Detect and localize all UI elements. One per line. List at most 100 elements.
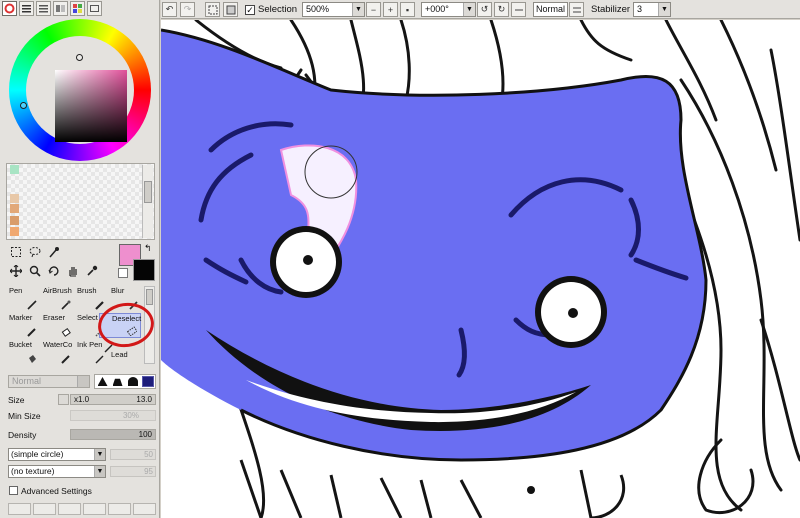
tool-label: Brush	[77, 286, 97, 295]
size-multiplier-button[interactable]	[58, 394, 69, 405]
swatch-scroll-thumb[interactable]	[144, 181, 152, 203]
size-slider[interactable]: x1.0 13.0	[70, 394, 156, 405]
hsv-sliders-tab-icon[interactable]	[36, 1, 51, 16]
zoom-reset-icon[interactable]: ▪	[400, 2, 415, 17]
zoom-icon[interactable]	[28, 264, 42, 278]
tool-pen[interactable]: Pen	[8, 286, 40, 311]
ink-pen-icon	[95, 355, 104, 364]
scratchpad-tab-icon[interactable]	[87, 1, 102, 16]
tool-eraser[interactable]: Eraser	[42, 313, 74, 338]
sv-marker-icon[interactable]	[76, 54, 83, 61]
preset-slot[interactable]	[108, 503, 131, 515]
brush-shape-flat-icon[interactable]	[141, 376, 154, 387]
background-color[interactable]	[133, 259, 155, 281]
magic-wand-icon[interactable]	[47, 245, 61, 259]
zoom-select[interactable]: 500% ▼	[302, 2, 365, 17]
lasso-icon[interactable]	[28, 245, 42, 259]
transparent-color-icon[interactable]	[118, 268, 128, 278]
selection-label: Selection	[258, 4, 298, 15]
tool-scroll-thumb[interactable]	[146, 289, 153, 305]
swatch-mint[interactable]	[10, 165, 19, 174]
brush-shape-medium-icon[interactable]	[112, 378, 123, 386]
selection-checkbox[interactable]: ✓	[245, 5, 255, 15]
rotate-icon[interactable]	[47, 264, 61, 278]
zoom-out-icon[interactable]: −	[366, 2, 381, 17]
tool-label: Marker	[9, 313, 33, 322]
swatch-skin-light[interactable]	[10, 194, 19, 203]
rotation-value: +000°	[425, 4, 449, 14]
panel-tabs	[2, 1, 102, 17]
brush-icon	[95, 301, 104, 310]
advanced-settings-checkbox[interactable]	[9, 486, 18, 495]
hue-marker-icon[interactable]	[20, 102, 27, 109]
tool-label: Bucket	[9, 340, 32, 349]
blend-mode-toolbar[interactable]: Normal	[533, 2, 568, 17]
bucket-icon	[29, 355, 36, 363]
rgb-sliders-tab-icon[interactable]	[19, 1, 34, 16]
deselect-icon[interactable]	[205, 2, 220, 17]
preset-slot[interactable]	[83, 503, 106, 515]
drawing-canvas[interactable]	[161, 20, 800, 518]
eyedropper-icon[interactable]	[85, 264, 99, 278]
swatches-tab-icon[interactable]	[70, 1, 85, 16]
button-dot	[527, 486, 535, 494]
swatch-scrollbar[interactable]	[142, 165, 153, 238]
rotate-right-icon[interactable]: ↻	[494, 2, 509, 17]
tool-label: Select	[77, 313, 98, 322]
brush-shape-round-icon[interactable]	[127, 377, 138, 386]
invert-selection-icon[interactable]	[223, 2, 238, 17]
redo-icon[interactable]: ↷	[180, 2, 195, 17]
hue-ring[interactable]	[9, 19, 151, 161]
chevron-down-icon: ▼	[658, 3, 670, 16]
watercolor-icon	[61, 355, 70, 364]
chevron-down-icon: ▼	[94, 449, 105, 460]
zoom-in-icon[interactable]: +	[383, 2, 398, 17]
undo-icon[interactable]: ↶	[162, 2, 177, 17]
size-label: Size	[8, 395, 25, 405]
tool-bucket[interactable]: Bucket	[8, 340, 40, 365]
preset-slot[interactable]	[33, 503, 56, 515]
preset-slot[interactable]	[133, 503, 156, 515]
tool-airbrush[interactable]: AirBrush	[42, 286, 74, 311]
swatch-skin-dark[interactable]	[10, 216, 19, 225]
blend-mode-toolbar-value: Normal	[536, 4, 566, 14]
size-value: 13.0	[136, 395, 152, 404]
tool-label: WaterCo	[43, 340, 73, 349]
rect-select-icon[interactable]	[9, 245, 23, 259]
flip-horizontal-icon[interactable]	[511, 2, 526, 17]
brush-shape-sharp-icon[interactable]	[97, 377, 108, 386]
stabilizer-select[interactable]: 3 ▼	[633, 2, 671, 17]
rotate-left-icon[interactable]: ↺	[477, 2, 492, 17]
brush-shape-value: (simple circle)	[11, 449, 64, 459]
blend-options-icon[interactable]	[569, 2, 584, 17]
saturation-value-square[interactable]	[55, 70, 127, 142]
eraser-icon	[61, 327, 71, 337]
blend-mode-select[interactable]: Normal	[8, 375, 90, 388]
swap-colors-icon[interactable]: ↰	[144, 243, 152, 254]
min-size-label: Min Size	[8, 411, 41, 421]
marker-icon	[27, 328, 36, 337]
texture-select[interactable]: (no texture) ▼	[8, 465, 106, 478]
rotation-select[interactable]: +000° ▼	[421, 2, 476, 17]
preset-slot[interactable]	[58, 503, 81, 515]
tool-watercolor[interactable]: WaterCo	[42, 340, 74, 365]
tool-marker[interactable]: Marker	[8, 313, 40, 338]
chevron-down-icon: ▼	[352, 3, 364, 16]
move-icon[interactable]	[9, 264, 23, 278]
min-size-slider[interactable]: 30%	[70, 410, 156, 421]
preset-slot[interactable]	[8, 503, 31, 515]
tool-label: AirBrush	[43, 286, 72, 295]
brush-shape-select[interactable]: (simple circle) ▼	[8, 448, 106, 461]
swatch-orange[interactable]	[10, 227, 19, 236]
color-wheel-tab-icon[interactable]	[2, 1, 17, 16]
color-mixer-tab-icon[interactable]	[53, 1, 68, 16]
swatch-panel[interactable]	[6, 163, 155, 240]
density-slider[interactable]: 100	[70, 429, 156, 440]
tool-label: Blur	[111, 286, 125, 295]
min-size-value: 30%	[122, 411, 139, 420]
left-eye	[270, 226, 342, 298]
tool-label: Ink Pen	[77, 340, 103, 349]
tool-brush[interactable]: Brush	[76, 286, 108, 311]
hand-icon[interactable]	[66, 264, 80, 278]
swatch-skin-mid[interactable]	[10, 204, 19, 213]
